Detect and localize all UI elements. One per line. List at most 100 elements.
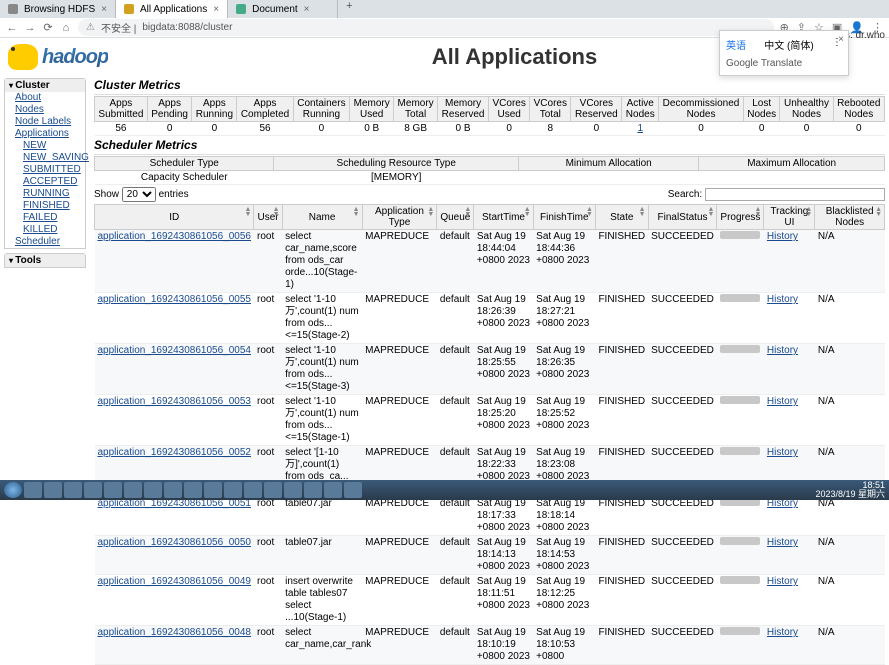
apps-col-header[interactable]: Application Type▲▼ xyxy=(362,205,437,230)
close-icon[interactable]: × xyxy=(101,4,107,15)
sidebar-link-killed[interactable]: KILLED xyxy=(5,224,85,236)
taskbar-app-icon[interactable] xyxy=(124,482,142,498)
sort-icon[interactable]: ▲▼ xyxy=(464,207,471,217)
apps-col-header[interactable]: Progress▲▼ xyxy=(717,205,764,230)
taskbar-app-icon[interactable] xyxy=(84,482,102,498)
taskbar-app-icon[interactable] xyxy=(64,482,82,498)
taskbar-app-icon[interactable] xyxy=(44,482,62,498)
sidebar-link-nodes[interactable]: Nodes xyxy=(5,104,85,116)
translate-popup: × 英语 中文 (简体) ⋮ Google Translate xyxy=(719,30,849,76)
taskbar-app-icon[interactable] xyxy=(344,482,362,498)
reload-icon[interactable]: ⟳ xyxy=(42,22,54,34)
apps-col-header[interactable]: User▲▼ xyxy=(254,205,282,230)
taskbar-app-icon[interactable] xyxy=(244,482,262,498)
application-id-link[interactable]: application_1692430861056_0048 xyxy=(98,627,251,638)
browser-tab-active[interactable]: All Applications× xyxy=(116,0,228,18)
history-link[interactable]: History xyxy=(767,627,798,638)
sidebar-link-accepted[interactable]: ACCEPTED xyxy=(5,176,85,188)
taskbar-app-icon[interactable] xyxy=(144,482,162,498)
entries-select[interactable]: 20 xyxy=(122,187,156,202)
sidebar-link-nodelabels[interactable]: Node Labels xyxy=(5,116,85,128)
forward-icon[interactable]: → xyxy=(24,22,36,34)
sort-icon[interactable]: ▲▼ xyxy=(524,207,531,217)
taskbar-app-icon[interactable] xyxy=(164,482,182,498)
translate-lang-dst[interactable]: 中文 (简体) xyxy=(764,37,813,52)
sort-icon[interactable]: ▲▼ xyxy=(805,207,812,217)
apps-col-header[interactable]: StartTime▲▼ xyxy=(474,205,533,230)
sort-icon[interactable]: ▲▼ xyxy=(754,207,761,217)
sidebar-link-running[interactable]: RUNNING xyxy=(5,188,85,200)
search-input[interactable] xyxy=(705,188,885,201)
cell-queue: default xyxy=(437,536,474,575)
sort-icon[interactable]: ▲▼ xyxy=(273,207,280,217)
sort-icon[interactable]: ▲▼ xyxy=(427,207,434,217)
translate-lang-src[interactable]: 英语 xyxy=(726,37,746,52)
metrics-val: 0 xyxy=(571,122,622,136)
sidebar-link-applications[interactable]: Applications xyxy=(5,128,85,140)
taskbar-clock[interactable]: 18:51 2023/8/19 星期六 xyxy=(815,481,885,499)
sort-icon[interactable]: ▲▼ xyxy=(875,207,882,217)
sort-icon[interactable]: ▲▼ xyxy=(245,207,252,217)
taskbar-app-icon[interactable] xyxy=(324,482,342,498)
close-icon[interactable]: × xyxy=(304,4,310,15)
home-icon[interactable]: ⌂ xyxy=(60,22,72,34)
sidebar-link-finished[interactable]: FINISHED xyxy=(5,200,85,212)
sidebar-section-cluster[interactable]: Cluster xyxy=(5,79,85,92)
close-icon[interactable]: × xyxy=(213,4,219,15)
application-id-link[interactable]: application_1692430861056_0052 xyxy=(98,447,251,458)
back-icon[interactable]: ← xyxy=(6,22,18,34)
sidebar-link-about[interactable]: About xyxy=(5,92,85,104)
history-link[interactable]: History xyxy=(767,396,798,407)
active-nodes-link[interactable]: 1 xyxy=(637,123,643,134)
apps-col-header[interactable]: State▲▼ xyxy=(595,205,648,230)
sort-icon[interactable]: ▲▼ xyxy=(586,207,593,217)
sort-icon[interactable]: ▲▼ xyxy=(353,207,360,217)
application-id-link[interactable]: application_1692430861056_0049 xyxy=(98,576,251,587)
taskbar-app-icon[interactable] xyxy=(284,482,302,498)
application-id-link[interactable]: application_1692430861056_0054 xyxy=(98,345,251,356)
application-id-link[interactable]: application_1692430861056_0056 xyxy=(98,231,251,242)
application-id-link[interactable]: application_1692430861056_0053 xyxy=(98,396,251,407)
history-link[interactable]: History xyxy=(767,294,798,305)
taskbar-app-icon[interactable] xyxy=(224,482,242,498)
apps-col-header[interactable]: FinalStatus▲▼ xyxy=(648,205,717,230)
history-link[interactable]: History xyxy=(767,576,798,587)
application-id-link[interactable]: application_1692430861056_0055 xyxy=(98,294,251,305)
apps-col-header[interactable]: Blacklisted Nodes▲▼ xyxy=(815,205,885,230)
history-link[interactable]: History xyxy=(767,345,798,356)
taskbar-app-icon[interactable] xyxy=(184,482,202,498)
apps-col-header[interactable]: Queue▲▼ xyxy=(437,205,474,230)
taskbar-app-icon[interactable] xyxy=(204,482,222,498)
application-id-link[interactable]: application_1692430861056_0050 xyxy=(98,537,251,548)
apps-col-header[interactable]: Name▲▼ xyxy=(282,205,362,230)
sidebar-link-submitted[interactable]: SUBMITTED xyxy=(5,164,85,176)
sidebar-link-scheduler[interactable]: Scheduler xyxy=(5,236,85,248)
taskbar-app-icon[interactable] xyxy=(264,482,282,498)
taskbar-app-icon[interactable] xyxy=(104,482,122,498)
applications-table: ID▲▼User▲▼Name▲▼Application Type▲▼Queue▲… xyxy=(94,204,885,665)
sidebar-link-new[interactable]: NEW xyxy=(5,140,85,152)
history-link[interactable]: History xyxy=(767,447,798,458)
hadoop-logo[interactable]: hadoop xyxy=(8,42,148,72)
taskbar-app-icon[interactable] xyxy=(304,482,322,498)
history-link[interactable]: History xyxy=(767,537,798,548)
sidebar-link-failed[interactable]: FAILED xyxy=(5,212,85,224)
apps-col-header[interactable]: ID▲▼ xyxy=(95,205,254,230)
cell-start: Sat Aug 19 18:25:55 +0800 2023 xyxy=(474,344,533,395)
url-input[interactable]: ⚠ 不安全 | bigdata:8088/cluster xyxy=(78,19,774,36)
new-tab-button[interactable]: + xyxy=(338,0,360,18)
sidebar-section-tools[interactable]: Tools xyxy=(5,254,85,267)
sort-icon[interactable]: ▲▼ xyxy=(707,207,714,217)
browser-tab[interactable]: Browsing HDFS× xyxy=(0,0,116,18)
sort-icon[interactable]: ▲▼ xyxy=(639,207,646,217)
browser-tab[interactable]: Document× xyxy=(228,0,338,18)
sidebar-link-newsaving[interactable]: NEW_SAVING xyxy=(5,152,85,164)
close-icon[interactable]: × xyxy=(838,34,844,45)
taskbar-app-icon[interactable] xyxy=(24,482,42,498)
apps-col-header[interactable]: Tracking UI▲▼ xyxy=(764,205,815,230)
cell-name: select car_name,car_rank xyxy=(282,626,362,665)
cell-start: Sat Aug 19 18:44:04 +0800 2023 xyxy=(474,230,533,293)
start-button[interactable] xyxy=(4,482,22,498)
apps-col-header[interactable]: FinishTime▲▼ xyxy=(533,205,595,230)
history-link[interactable]: History xyxy=(767,231,798,242)
